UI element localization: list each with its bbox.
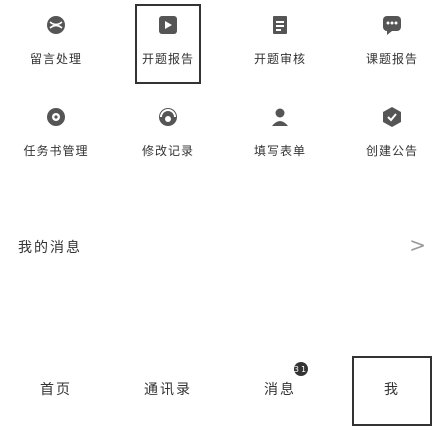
grid-item-label: 任务书管理 <box>23 144 89 158</box>
chat-icon <box>377 10 407 40</box>
grid-item-label: 课题报告 <box>365 52 418 66</box>
disc-icon <box>41 102 71 132</box>
bottom-nav: 首页 通讯录 消息 31 我 <box>0 340 448 437</box>
selection-outline <box>135 4 201 84</box>
grid-item-label: 填写表单 <box>253 144 306 158</box>
nav-home[interactable]: 首页 <box>0 340 112 437</box>
nav-label: 通讯录 <box>144 381 192 398</box>
donut-icon <box>153 102 183 132</box>
grid-item[interactable]: 创建公告 <box>336 92 448 184</box>
nav-label: 消息 <box>264 381 296 398</box>
selection-outline <box>352 356 432 426</box>
nav-contacts[interactable]: 通讯录 <box>112 340 224 437</box>
section-title: 我的消息 <box>18 240 82 256</box>
user-icon <box>265 102 295 132</box>
document-icon <box>265 10 295 40</box>
grid-item[interactable]: 课题报告 <box>336 0 448 92</box>
nav-messages[interactable]: 消息 31 <box>224 340 336 437</box>
grid-item[interactable]: 填写表单 <box>224 92 336 184</box>
grid-item[interactable]: 开题审核 <box>224 0 336 92</box>
chevron-right-icon[interactable]: > <box>409 233 426 257</box>
badge-icon <box>377 102 407 132</box>
grid-item-label: 创建公告 <box>365 144 418 158</box>
grid-item[interactable]: 留言处理 <box>0 0 112 92</box>
nav-label: 首页 <box>40 381 72 398</box>
sports-ball-icon <box>41 10 71 40</box>
grid-item-label: 开题审核 <box>253 52 306 66</box>
grid-item[interactable]: 修改记录 <box>112 92 224 184</box>
unread-badge: 31 <box>294 362 308 376</box>
grid-item-label: 修改记录 <box>141 144 194 158</box>
grid-item[interactable]: 任务书管理 <box>0 92 112 184</box>
grid-item-label: 留言处理 <box>29 52 82 66</box>
